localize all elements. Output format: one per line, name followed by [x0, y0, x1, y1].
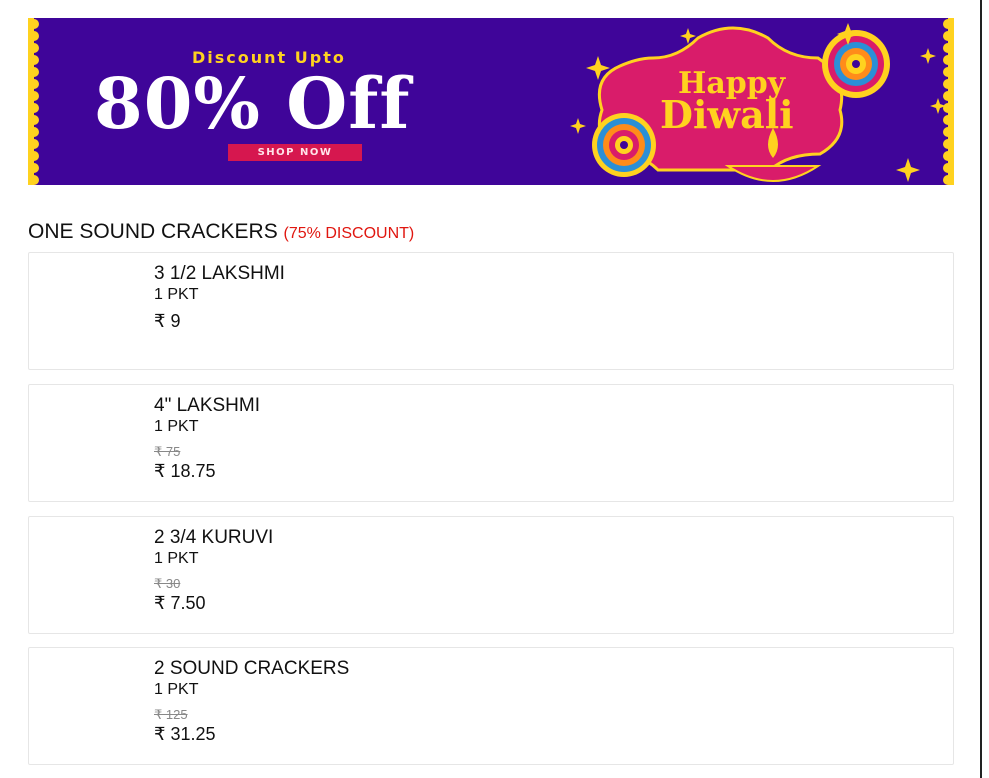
product-card[interactable]: 3 1/2 LAKSHMI 1 PKT ₹ 9: [28, 252, 954, 370]
scrollbar[interactable]: [980, 0, 982, 778]
section-discount-label: (75% DISCOUNT): [283, 225, 415, 242]
section-title-text: ONE SOUND CRACKERS: [28, 220, 278, 243]
shop-now-button[interactable]: SHOP NOW: [228, 144, 362, 161]
product-price: ₹ 9: [154, 311, 181, 331]
product-original-price: ₹ 75: [154, 444, 181, 459]
product-card[interactable]: 2 3/4 KURUVI 1 PKT ₹ 30 ₹ 7.50: [28, 516, 954, 634]
rangoli-right-icon: [822, 30, 890, 98]
scallop-border-left: [28, 18, 39, 185]
product-card[interactable]: 2 SOUND CRACKERS 1 PKT ₹ 125 ₹ 31.25: [28, 647, 954, 765]
promo-headline: 80% Off: [94, 62, 411, 145]
product-price: ₹ 18.75: [154, 461, 216, 481]
product-name: 4" LAKSHMI: [154, 395, 261, 416]
promo-banner[interactable]: Discount Upto 80% Off SHOP NOW Happy Diw…: [28, 18, 954, 185]
product-name: 3 1/2 LAKSHMI: [154, 263, 285, 284]
product-card[interactable]: 4" LAKSHMI 1 PKT ₹ 75 ₹ 18.75: [28, 384, 954, 502]
product-original-price: ₹ 30: [154, 576, 181, 591]
greeting-diwali: Diwali: [660, 92, 794, 137]
product-unit: 1 PKT: [154, 418, 199, 435]
product-name: 2 3/4 KURUVI: [154, 527, 274, 548]
section-title: ONE SOUND CRACKERS (75% DISCOUNT): [28, 220, 414, 244]
rangoli-left-icon: [592, 113, 656, 177]
product-price: ₹ 31.25: [154, 724, 216, 744]
product-unit: 1 PKT: [154, 286, 199, 303]
product-unit: 1 PKT: [154, 550, 199, 567]
product-name: 2 SOUND CRACKERS: [154, 658, 350, 679]
product-original-price: ₹ 125: [154, 707, 188, 722]
product-price: ₹ 7.50: [154, 593, 206, 613]
product-unit: 1 PKT: [154, 681, 199, 698]
